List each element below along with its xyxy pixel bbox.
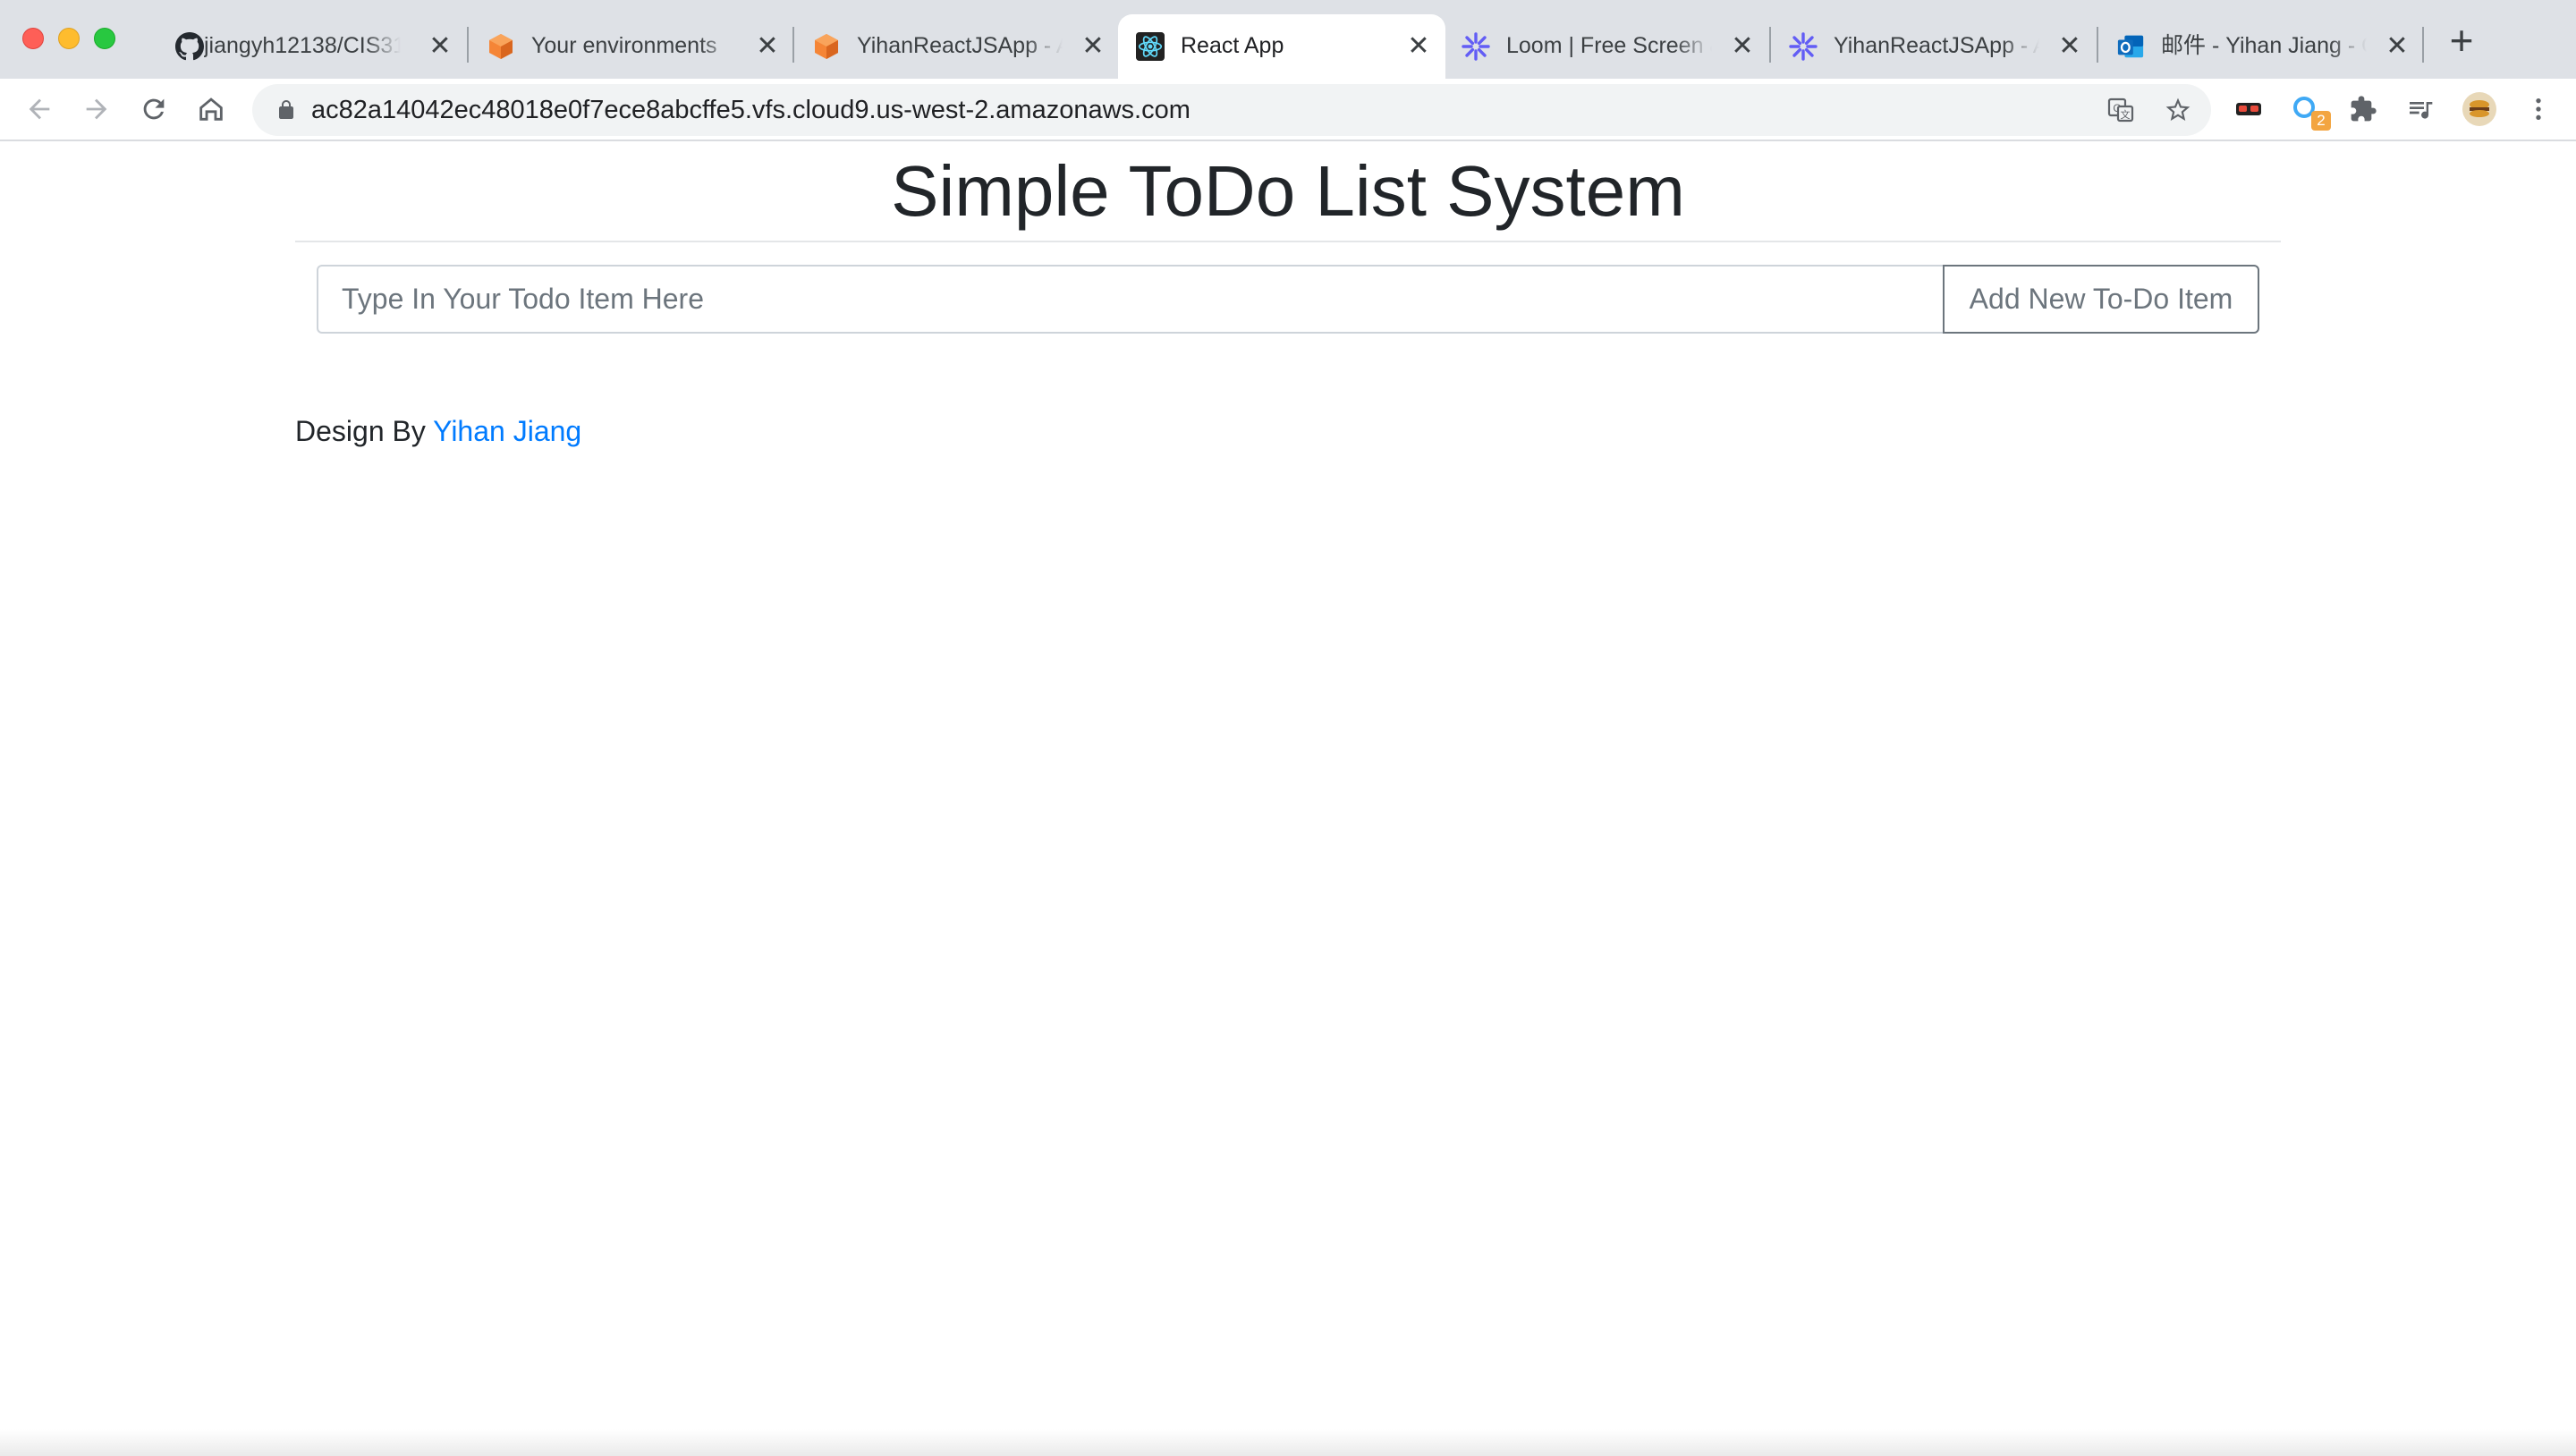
browser-toolbar: ac82a14042ec48018e0f7ece8abcffe5.vfs.clo… (0, 79, 2576, 141)
window-minimize-button[interactable] (58, 28, 80, 49)
tab-close-icon[interactable]: ✕ (1730, 33, 1755, 60)
browser-tab-outlook[interactable]: 邮件 - Yihan Jiang - Outlook ✕ (2100, 14, 2424, 79)
address-bar[interactable]: ac82a14042ec48018e0f7ece8abcffe5.vfs.clo… (252, 84, 2211, 136)
home-icon[interactable] (193, 91, 229, 127)
incognito-extension-icon[interactable] (2231, 91, 2267, 127)
extension-badge: 2 (2311, 111, 2331, 131)
tab-title: YihanReactJSApp - AWS (857, 33, 1063, 58)
loom-icon (1789, 32, 1818, 61)
add-todo-button[interactable]: Add New To-Do Item (1943, 265, 2259, 334)
browser-tab-yihanreactjsapp[interactable]: YihanReactJSApp - AWS ✕ (796, 14, 1120, 79)
tab-close-icon[interactable]: ✕ (2385, 33, 2410, 60)
tab-close-icon[interactable]: ✕ (1406, 33, 1431, 60)
tab-separator (2422, 27, 2424, 63)
loom-icon (1462, 32, 1490, 61)
lock-icon[interactable] (275, 99, 297, 121)
tab-separator (467, 27, 469, 63)
tab-title: 邮件 - Yihan Jiang - Outlook (2161, 33, 2367, 58)
window-zoom-button[interactable] (94, 28, 115, 49)
media-queue-icon[interactable] (2402, 91, 2438, 127)
credit-prefix: Design By (295, 415, 434, 447)
todo-input[interactable] (317, 265, 1945, 334)
tab-title: Loom | Free Screen & Video (1506, 33, 1712, 58)
window-close-button[interactable] (22, 28, 44, 49)
kebab-menu-icon[interactable] (2521, 91, 2556, 127)
aws-cloud9-icon (487, 32, 515, 61)
tab-title: jiangyh12138/CIS311 (204, 33, 401, 58)
tab-separator (1769, 27, 1771, 63)
tab-close-icon[interactable]: ✕ (1080, 33, 1106, 60)
page-content: Simple ToDo List System Add New To-Do It… (0, 141, 2576, 1456)
profile-avatar[interactable] (2462, 91, 2497, 127)
extensions-puzzle-icon[interactable] (2345, 91, 2381, 127)
browser-tab-github[interactable]: jiangyh12138/CIS311 ✕ (148, 14, 467, 79)
tab-title: Your environments (531, 33, 717, 58)
design-credit: Design By Yihan Jiang (295, 413, 581, 449)
tab-separator (792, 27, 794, 63)
browser-tab-loom[interactable]: Loom | Free Screen & Video ✕ (1445, 14, 1769, 79)
title-divider (295, 241, 2281, 242)
url-text[interactable]: ac82a14042ec48018e0f7ece8abcffe5.vfs.clo… (311, 95, 1191, 125)
tab-close-icon[interactable]: ✕ (428, 33, 453, 60)
aws-cloud9-icon (812, 32, 841, 61)
bottom-shade (0, 1429, 2576, 1456)
svg-text:文: 文 (2121, 108, 2131, 121)
tab-close-icon[interactable]: ✕ (2057, 33, 2082, 60)
tab-separator (2097, 27, 2098, 63)
browser-tab-strip: jiangyh12138/CIS311 ✕ Your environments … (0, 0, 2576, 79)
outlook-icon (2116, 32, 2145, 61)
tab-title: YihanReactJSApp - AWS (1834, 33, 2039, 58)
back-arrow-icon[interactable] (21, 91, 57, 127)
new-tab-button[interactable]: + (2444, 20, 2479, 61)
browser-tab-yihanreactjsapp-loom[interactable]: YihanReactJSApp - AWS ✕ (1773, 14, 2097, 79)
page-title: Simple ToDo List System (891, 151, 1685, 231)
translate-icon[interactable]: G文 (2104, 93, 2138, 127)
bookmark-star-icon[interactable] (2161, 93, 2195, 127)
forward-arrow-icon[interactable] (79, 91, 114, 127)
reload-icon[interactable] (136, 91, 172, 127)
tab-title: React App (1181, 33, 1284, 58)
browser-tab-environments[interactable]: Your environments ✕ (470, 14, 794, 79)
browser-tab-react-app[interactable]: React App ✕ (1118, 14, 1445, 79)
github-icon (175, 32, 204, 61)
author-link[interactable]: Yihan Jiang (433, 415, 581, 447)
react-icon (1136, 32, 1165, 61)
tab-close-icon[interactable]: ✕ (755, 33, 780, 60)
